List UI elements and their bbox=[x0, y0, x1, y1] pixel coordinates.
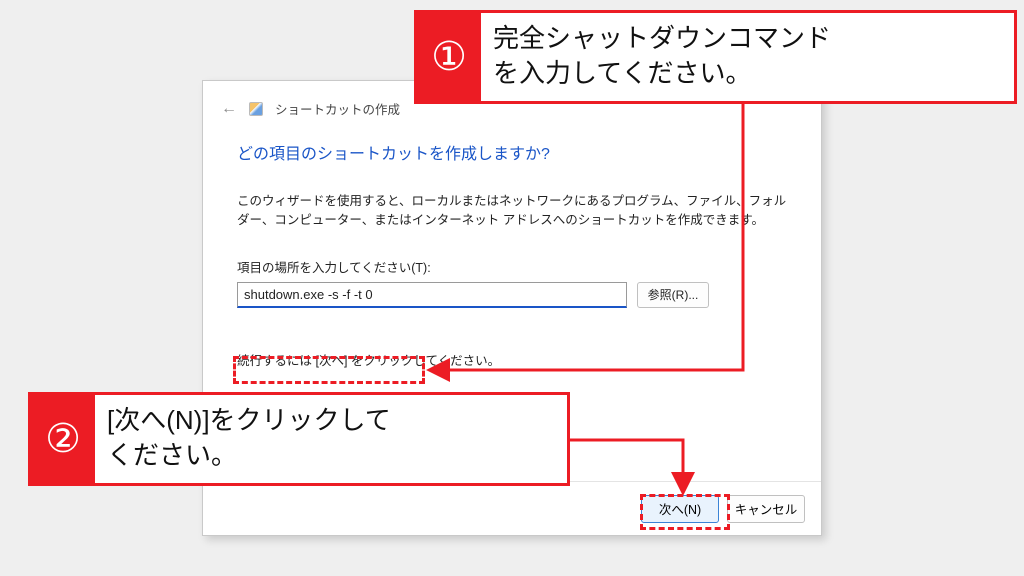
location-field-row: 参照(R)... bbox=[237, 282, 787, 308]
cancel-button[interactable]: キャンセル bbox=[727, 495, 805, 523]
wizard-heading: どの項目のショートカットを作成しますか? bbox=[237, 140, 787, 164]
back-arrow-icon: ← bbox=[221, 100, 237, 118]
location-input[interactable] bbox=[237, 282, 627, 308]
location-field-label: 項目の場所を入力してください(T): bbox=[237, 257, 787, 276]
wizard-icon bbox=[249, 102, 263, 116]
dialog-body: どの項目のショートカットを作成しますか? このウィザードを使用すると、ローカルま… bbox=[203, 126, 821, 369]
annotation-step-1-text: 完全シャットダウンコマンド を入力してください。 bbox=[481, 13, 845, 101]
next-button[interactable]: 次へ(N) bbox=[641, 495, 719, 523]
annotation-step-2: ② [次へ(N)]をクリックして ください。 bbox=[28, 392, 570, 486]
browse-button[interactable]: 参照(R)... bbox=[637, 282, 709, 308]
wizard-description: このウィザードを使用すると、ローカルまたはネットワークにあるプログラム、ファイル… bbox=[237, 192, 787, 231]
annotation-step-1: ① 完全シャットダウンコマンド を入力してください。 bbox=[414, 10, 1017, 104]
annotation-step-2-number: ② bbox=[31, 395, 95, 483]
annotation-step-1-number: ① bbox=[417, 13, 481, 101]
annotation-step-2-text: [次へ(N)]をクリックして ください。 bbox=[95, 395, 405, 483]
dialog-button-bar: 次へ(N) キャンセル bbox=[203, 481, 821, 535]
dialog-title: ショートカットの作成 bbox=[275, 99, 400, 118]
continue-hint: 続行するには [次へ] をクリックしてください。 bbox=[237, 350, 787, 369]
